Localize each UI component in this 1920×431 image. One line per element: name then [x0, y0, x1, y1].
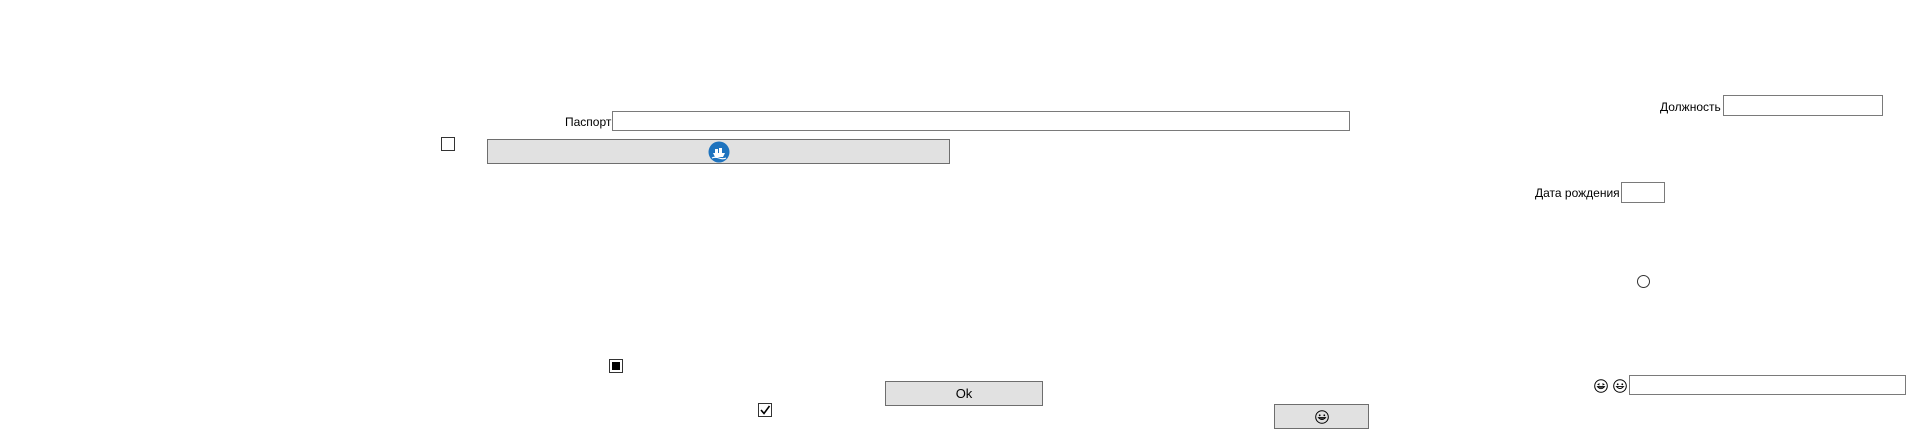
position-input[interactable] [1723, 95, 1883, 116]
boat-badge-icon [708, 141, 730, 163]
laughing-face-icon [1594, 379, 1608, 393]
passport-input[interactable] [612, 111, 1350, 131]
bottom-checkbox[interactable] [758, 403, 772, 417]
top-checkbox[interactable] [441, 137, 455, 151]
indeterminate-mark [612, 362, 620, 370]
smiling-face-icon [1613, 379, 1627, 393]
indeterminate-checkbox[interactable] [609, 359, 623, 373]
ok-button[interactable]: Ok [885, 381, 1043, 406]
image-button[interactable] [487, 139, 950, 164]
passport-label: Паспорт [565, 115, 612, 129]
grinning-face-icon [1314, 409, 1329, 424]
checkmark-icon [760, 405, 771, 415]
bottom-right-input[interactable] [1629, 375, 1906, 395]
emoji-button[interactable] [1274, 404, 1369, 429]
birthdate-label: Дата рождения [1535, 186, 1620, 200]
birthdate-input[interactable] [1621, 182, 1665, 203]
radio-button[interactable] [1637, 275, 1650, 288]
position-label: Должность [1660, 100, 1721, 114]
